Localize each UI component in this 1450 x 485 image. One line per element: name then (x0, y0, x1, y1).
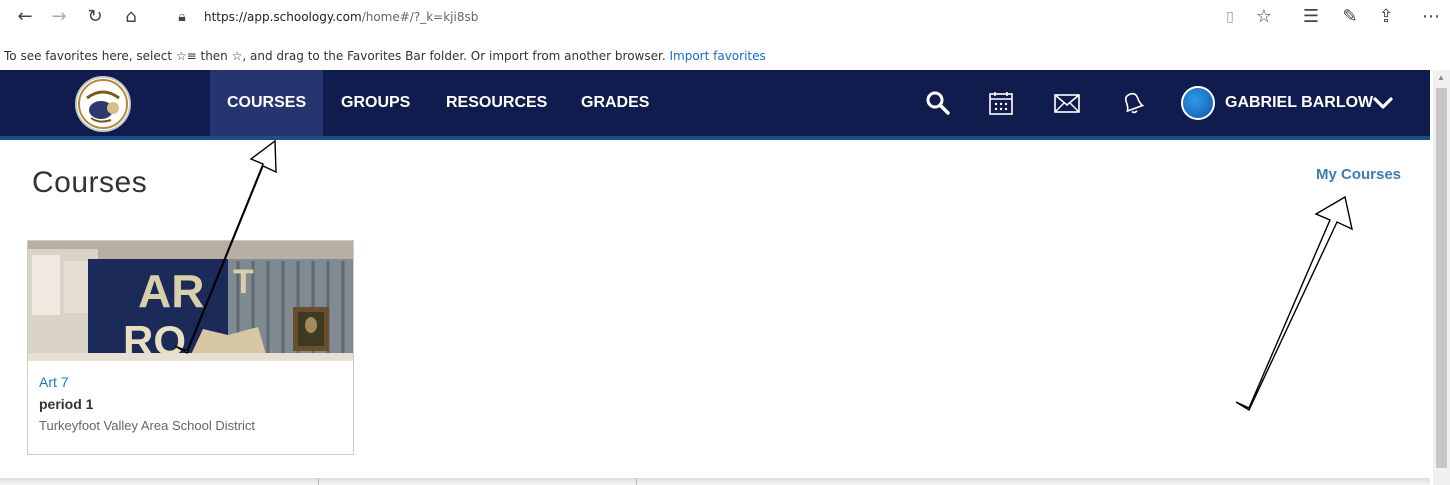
nav-grades[interactable]: GRADES (564, 70, 666, 136)
avatar[interactable] (1181, 86, 1215, 120)
course-card[interactable]: AR T RO Art 7 period 1 Turkeyfoot Valley… (27, 240, 354, 455)
scrollbar[interactable]: ▲ (1433, 70, 1450, 485)
user-name[interactable]: GABRIEL BARLOW (1225, 70, 1373, 136)
svg-text:T: T (233, 263, 254, 301)
course-school: Turkeyfoot Valley Area School District (39, 418, 256, 433)
nav-resources[interactable]: RESOURCES (429, 70, 564, 136)
browser-toolbar: ← → ↻ ⌂ 🔒︎ https://app.schoology.com/hom… (0, 0, 1450, 38)
refresh-icon[interactable]: ↻ (84, 6, 106, 28)
forward-icon[interactable]: → (48, 6, 70, 28)
favorites-list-icon[interactable]: ☰ (1300, 6, 1322, 28)
course-title-link[interactable]: Art 7 (39, 374, 69, 390)
favorite-star-icon[interactable]: ☆ (1253, 6, 1275, 28)
url-main: https://app.schoology.com (204, 10, 362, 24)
nav-courses[interactable]: COURSES (210, 70, 324, 136)
page-title: Courses (32, 166, 148, 199)
pen-icon[interactable]: ✎ (1339, 6, 1361, 28)
course-section: period 1 (39, 396, 94, 412)
annotation-arrow-my-courses (1235, 195, 1353, 412)
home-icon[interactable]: ⌂ (120, 6, 142, 28)
favorites-hint: To see favorites here, select ☆≡ then ☆,… (4, 49, 666, 63)
bottom-divider (0, 478, 1430, 485)
nav-groups[interactable]: GROUPS (324, 70, 427, 136)
search-icon[interactable] (925, 90, 951, 116)
scrollbar-thumb[interactable] (1436, 88, 1447, 468)
chevron-down-icon[interactable] (1372, 92, 1394, 114)
svg-text:AR: AR (138, 265, 204, 317)
more-icon[interactable]: ⋯ (1420, 6, 1442, 28)
school-logo[interactable] (75, 76, 131, 132)
course-image[interactable]: AR T RO (28, 241, 353, 361)
share-icon[interactable]: ⇪ (1375, 6, 1397, 28)
reading-view-icon[interactable]: ▯ (1219, 6, 1241, 28)
scroll-up-icon[interactable]: ▲ (1437, 73, 1445, 82)
messages-icon[interactable] (1054, 90, 1080, 116)
import-favorites-link[interactable]: Import favorites (669, 49, 765, 63)
back-icon[interactable]: ← (14, 6, 36, 28)
calendar-icon[interactable] (988, 90, 1014, 116)
notifications-icon[interactable] (1119, 90, 1145, 116)
address-bar[interactable]: https://app.schoology.com/home#/?_k=kji8… (204, 10, 478, 24)
my-courses-link[interactable]: My Courses (1316, 166, 1401, 183)
favorites-bar: To see favorites here, select ☆≡ then ☆,… (0, 38, 1450, 70)
top-navigation: COURSES GROUPS RESOURCES GRADES GABRIEL … (0, 70, 1430, 140)
url-path: /home#/?_k=kji8sb (361, 10, 479, 24)
lock-icon: 🔒︎ (178, 9, 186, 25)
